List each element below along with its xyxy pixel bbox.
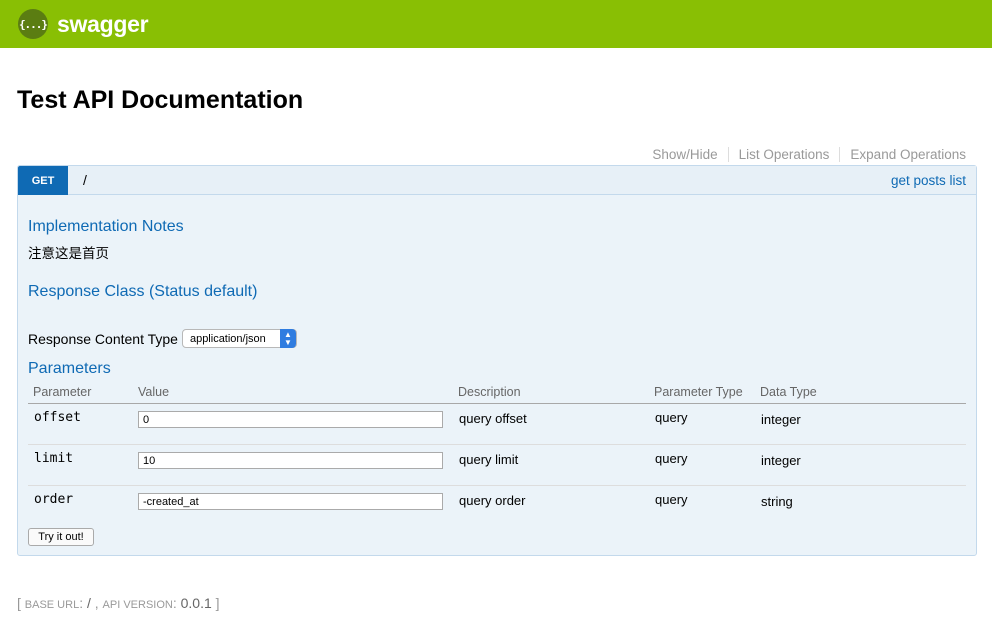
col-value: Value [138, 385, 170, 399]
list-operations-link[interactable]: List Operations [739, 147, 830, 162]
bracket-close: ] [215, 595, 220, 611]
swagger-logo-icon: {...} [18, 9, 48, 39]
param-type: query [655, 410, 688, 425]
try-it-out-button[interactable]: Try it out! [28, 528, 94, 546]
parameters-header: Parameter Value Description Parameter Ty… [28, 384, 966, 404]
endpoint-summary-link[interactable]: get posts list [891, 173, 966, 188]
param-name: order [34, 492, 74, 507]
swagger-logo[interactable]: {...} swagger [18, 9, 149, 39]
table-row: limit query limit query integer [28, 445, 966, 486]
implementation-notes-text: 注意这是首页 [28, 246, 109, 261]
expand-operations-link[interactable]: Expand Operations [850, 147, 966, 162]
endpoint-path[interactable]: / [83, 172, 87, 188]
col-data-type: Data Type [760, 385, 817, 399]
divider [839, 147, 841, 162]
offset-input[interactable] [138, 411, 443, 428]
col-parameter-type: Parameter Type [654, 385, 743, 399]
implementation-notes-heading: Implementation Notes [28, 218, 184, 235]
param-type: query [655, 492, 688, 507]
logo-text: swagger [57, 10, 149, 37]
order-input[interactable] [138, 493, 443, 510]
response-content-type-select[interactable]: application/json ▲ ▼ [181, 329, 297, 348]
response-content-type: Response Content Type application/json ▲… [28, 329, 297, 348]
api-info-footer: [ base url: / , api version: 0.0.1 ] [17, 595, 220, 611]
select-value: application/json [189, 332, 266, 345]
param-type: query [655, 451, 688, 466]
param-name: limit [34, 451, 74, 466]
data-type: integer [761, 412, 801, 427]
divider [727, 147, 729, 162]
param-description: query limit [459, 452, 519, 467]
col-parameter: Parameter [33, 385, 92, 399]
data-type: integer [761, 453, 801, 468]
table-row: order query order query string [28, 486, 966, 527]
top-bar: {...} swagger [0, 0, 992, 48]
parameters-table: Parameter Value Description Parameter Ty… [28, 384, 966, 527]
endpoint-get-root: GET / get posts list Implementation Note… [17, 165, 977, 556]
table-row: offset query offset query integer [28, 404, 966, 445]
operation-links: Show/Hide List Operations Expand Operati… [652, 147, 966, 162]
base-url-value: / [86, 595, 91, 611]
param-name: offset [34, 410, 81, 425]
page-title: Test API Documentation [17, 86, 304, 114]
data-type: string [761, 494, 793, 509]
response-class-heading: Response Class (Status default) [28, 283, 258, 300]
api-version-value: 0.0.1 [180, 595, 212, 611]
select-updown-icon: ▲ ▼ [279, 329, 296, 348]
col-description: Description [458, 385, 521, 399]
parameters-heading: Parameters [28, 360, 111, 377]
limit-input[interactable] [138, 452, 443, 469]
param-description: query order [459, 493, 526, 508]
endpoint-heading[interactable]: GET / get posts list [18, 166, 976, 195]
http-method-badge[interactable]: GET [18, 166, 68, 195]
param-description: query offset [459, 411, 527, 426]
base-url-label: base url [24, 599, 80, 611]
show-hide-link[interactable]: Show/Hide [652, 147, 717, 162]
bracket-open: [ [17, 595, 21, 611]
response-content-type-label: Response Content Type [28, 330, 178, 347]
api-version-label: api version [102, 599, 173, 611]
